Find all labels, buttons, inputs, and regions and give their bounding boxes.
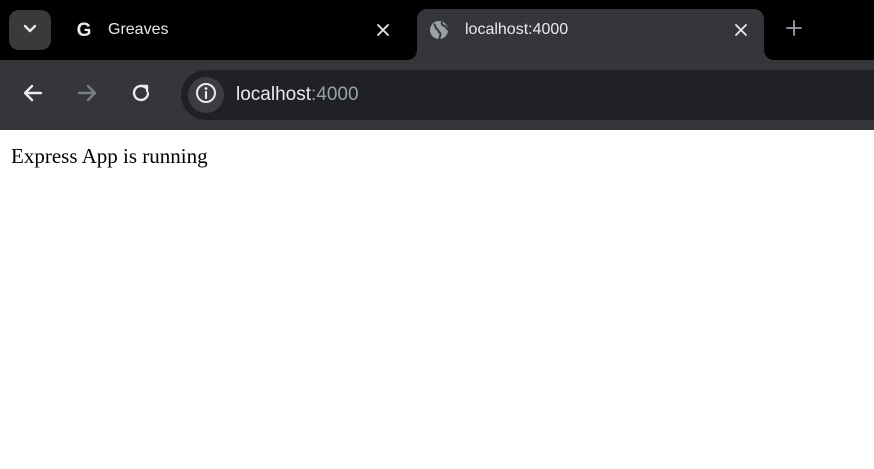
close-icon[interactable] <box>730 19 752 41</box>
close-icon[interactable] <box>372 19 394 41</box>
browser-window: G Greaves localhost:4000 localhost:4000 … <box>0 0 874 469</box>
tab-search-button[interactable] <box>9 10 51 50</box>
tab-title: Greaves <box>108 21 169 38</box>
arrow-right-icon <box>76 82 98 109</box>
reload-icon <box>130 82 152 109</box>
tab-strip: G Greaves localhost:4000 <box>0 0 874 60</box>
google-g-icon: G <box>74 20 94 40</box>
tab-title: localhost:4000 <box>465 21 569 38</box>
page-viewport: Express App is running <box>0 130 874 469</box>
url-port: :4000 <box>311 84 359 105</box>
info-icon <box>195 82 217 109</box>
chevron-down-icon <box>23 21 37 39</box>
toolbar: localhost:4000 <box>0 60 874 130</box>
page-body-text: Express App is running <box>11 144 208 168</box>
plus-icon <box>785 19 803 42</box>
forward-button[interactable] <box>73 81 101 109</box>
tab-greaves[interactable]: G Greaves <box>60 9 412 60</box>
site-info-button[interactable] <box>188 77 224 113</box>
url-text[interactable]: localhost:4000 <box>236 84 359 106</box>
svg-text:G: G <box>77 20 92 40</box>
url-host: localhost <box>236 84 311 105</box>
address-bar[interactable]: localhost:4000 <box>181 70 874 120</box>
new-tab-button[interactable] <box>782 18 806 42</box>
tab-localhost[interactable]: localhost:4000 <box>417 9 764 60</box>
back-button[interactable] <box>19 81 47 109</box>
globe-icon <box>429 20 449 40</box>
arrow-left-icon <box>22 82 44 109</box>
reload-button[interactable] <box>127 81 155 109</box>
